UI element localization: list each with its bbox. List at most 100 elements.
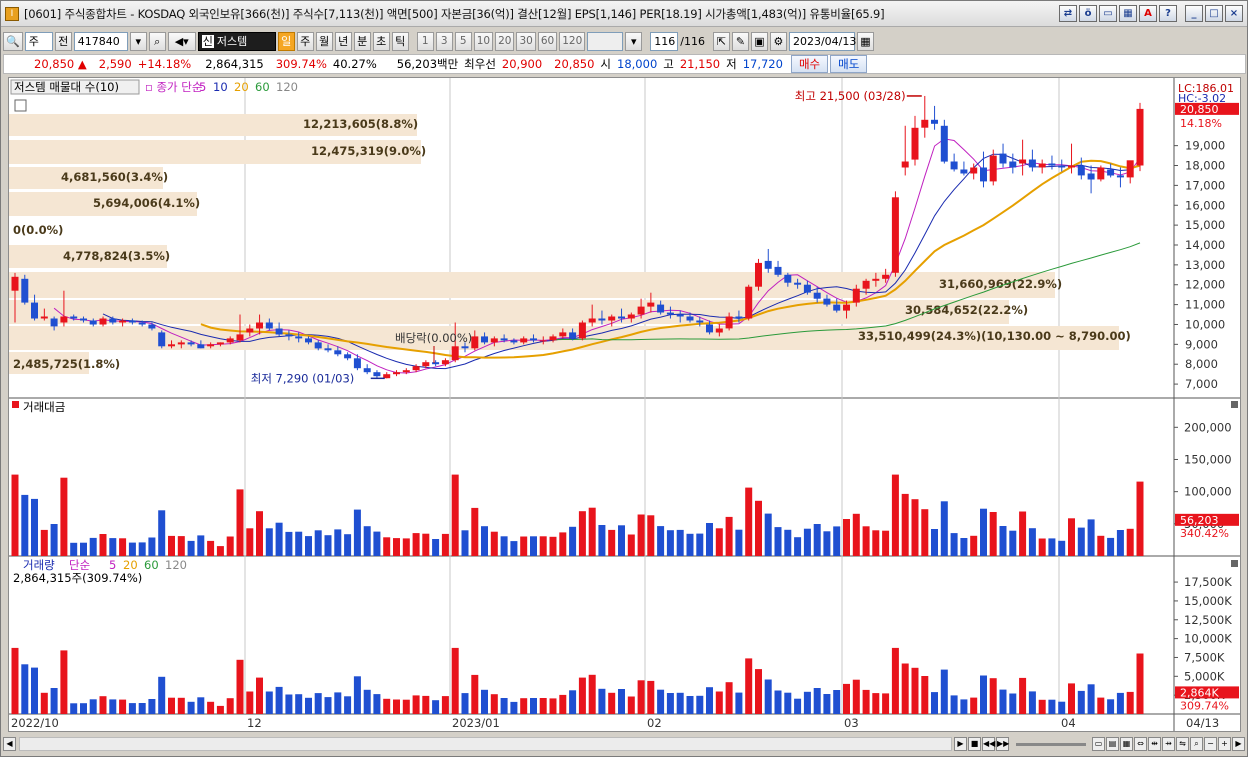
volume-bar bbox=[1058, 701, 1066, 714]
stock-name-field[interactable]: 신 저스템 bbox=[197, 31, 276, 51]
speaker-icon[interactable]: ◀▾ bbox=[167, 31, 196, 51]
period-week[interactable]: 주 bbox=[296, 31, 314, 51]
search-code-icon[interactable]: 🔍 bbox=[3, 31, 23, 51]
volume-bar bbox=[843, 683, 850, 714]
ma-legend-60: 60 bbox=[255, 80, 270, 94]
period-second[interactable]: 초 bbox=[372, 31, 390, 51]
candle-body bbox=[285, 334, 293, 337]
minimize-button[interactable]: _ bbox=[1185, 5, 1203, 22]
amount-bar bbox=[295, 531, 303, 556]
link-icon[interactable]: ⇄ bbox=[1059, 5, 1077, 22]
candle-body bbox=[373, 372, 381, 377]
candle-body bbox=[441, 360, 449, 365]
sell-button[interactable]: 매도 bbox=[830, 55, 868, 73]
amount-bar bbox=[11, 474, 19, 556]
calendar-icon[interactable]: ▦ bbox=[856, 31, 874, 51]
price-tick-label: 7,000 bbox=[1185, 377, 1218, 391]
buy-button[interactable]: 매수 bbox=[790, 55, 829, 73]
zoom-icon[interactable]: ⌕ bbox=[1190, 737, 1203, 751]
interval-60[interactable]: 60 bbox=[537, 31, 558, 51]
play-icon[interactable]: ▶ bbox=[954, 737, 967, 751]
candle-body bbox=[1048, 163, 1056, 166]
period-day[interactable]: 일 bbox=[277, 31, 295, 51]
close-button[interactable]: × bbox=[1225, 5, 1243, 22]
period-year[interactable]: 년 bbox=[334, 31, 352, 51]
candle-body bbox=[921, 119, 929, 128]
zoom-out-icon[interactable]: − bbox=[1204, 737, 1217, 751]
quote-price: 20,850 ▲ bbox=[34, 57, 87, 71]
period-minute[interactable]: 분 bbox=[353, 31, 371, 51]
candle-body bbox=[686, 316, 694, 321]
volume-bar bbox=[275, 686, 283, 714]
magnifier-icon[interactable]: ⌕ bbox=[148, 31, 166, 51]
speed-slider[interactable] bbox=[1016, 742, 1086, 746]
candle-body bbox=[745, 286, 753, 319]
forward-icon[interactable]: ▶▶ bbox=[996, 737, 1009, 751]
chart-tool-icon[interactable]: ✎ bbox=[731, 31, 749, 51]
scroll-left-icon[interactable]: ◀ bbox=[3, 737, 16, 751]
interval-20[interactable]: 20 bbox=[495, 31, 515, 51]
volume-bar bbox=[921, 676, 929, 714]
volume-bar bbox=[647, 680, 655, 714]
zoom-in-icon[interactable]: + bbox=[1218, 737, 1231, 751]
amount-bar bbox=[344, 534, 352, 556]
candle-body bbox=[177, 342, 185, 345]
config-icon[interactable]: ⚙ bbox=[769, 31, 787, 51]
volume-bar bbox=[216, 705, 224, 714]
settings-icon[interactable]: ö bbox=[1079, 5, 1097, 22]
volume-ma-legend-120: 120 bbox=[165, 558, 187, 572]
interval-custom-input[interactable] bbox=[587, 31, 624, 51]
candle-body bbox=[451, 346, 459, 361]
candle-body bbox=[823, 298, 831, 305]
count-input[interactable]: 116 bbox=[650, 31, 679, 51]
volume-bar bbox=[60, 650, 68, 714]
amount-bar bbox=[187, 540, 195, 556]
prev-button[interactable]: 전 bbox=[54, 31, 72, 51]
grid-icon[interactable]: ▦ bbox=[1119, 5, 1137, 22]
layout-3-icon[interactable]: ▦ bbox=[1120, 737, 1133, 751]
scroll-right-icon[interactable]: ▶ bbox=[1232, 737, 1245, 751]
volume-bar bbox=[285, 694, 293, 714]
interval-3[interactable]: 3 bbox=[435, 31, 453, 51]
amount-bar bbox=[803, 528, 811, 556]
volume-bar bbox=[344, 696, 352, 714]
stock-chart[interactable]: 12,213,605(8.8%) 12,475,319(9.0%) 4,681,56… bbox=[9, 78, 1240, 731]
help-icon[interactable]: ? bbox=[1159, 5, 1177, 22]
volume-bar bbox=[500, 698, 508, 714]
maximize-button[interactable]: □ bbox=[1205, 5, 1223, 22]
volume-bar bbox=[931, 692, 938, 714]
period-month[interactable]: 월 bbox=[315, 31, 333, 51]
amount-bar bbox=[1038, 538, 1046, 556]
expand-icon[interactable]: ⇹ bbox=[1148, 737, 1161, 751]
layout-icon[interactable]: ▭ bbox=[1099, 5, 1117, 22]
rewind-icon[interactable]: ◀◀ bbox=[982, 737, 995, 751]
volume-bar bbox=[774, 690, 782, 714]
interval-1[interactable]: 1 bbox=[416, 31, 434, 51]
code-dropdown-icon[interactable]: ▾ bbox=[129, 31, 147, 51]
code-input[interactable]: 417840 bbox=[73, 31, 128, 51]
volume-bar bbox=[588, 674, 596, 714]
interval-dropdown-icon[interactable]: ▾ bbox=[625, 31, 643, 51]
shrink-icon[interactable]: ⇸ bbox=[1162, 737, 1175, 751]
date-input[interactable]: 2023/04/13 bbox=[788, 31, 856, 51]
volume-ma-legend-5: 5 bbox=[109, 558, 116, 572]
interval-5[interactable]: 5 bbox=[454, 31, 472, 51]
layout-2-icon[interactable]: ▤ bbox=[1106, 737, 1119, 751]
interval-120[interactable]: 120 bbox=[559, 31, 586, 51]
market-select[interactable]: 주 bbox=[24, 31, 53, 51]
chart-area[interactable]: 12,213,605(8.8%) 12,475,319(9.0%) 4,681,56… bbox=[8, 77, 1241, 732]
scroll-track[interactable] bbox=[19, 737, 952, 751]
fit-icon[interactable]: ⇔ bbox=[1134, 737, 1147, 751]
pause-icon[interactable]: ■ bbox=[968, 737, 981, 751]
save-icon[interactable]: ▣ bbox=[750, 31, 768, 51]
font-icon[interactable]: A bbox=[1139, 5, 1157, 22]
amount-bar bbox=[940, 501, 948, 556]
layout-1-icon[interactable]: ▭ bbox=[1092, 737, 1105, 751]
period-tick[interactable]: 틱 bbox=[391, 31, 409, 51]
ma-legend-5: 5 bbox=[199, 80, 206, 94]
chart-move-icon[interactable]: ⇱ bbox=[712, 31, 730, 51]
wrap-icon[interactable]: ⇋ bbox=[1176, 737, 1189, 751]
interval-30[interactable]: 30 bbox=[516, 31, 536, 51]
amount-bar bbox=[530, 536, 537, 556]
interval-10[interactable]: 10 bbox=[473, 31, 494, 51]
